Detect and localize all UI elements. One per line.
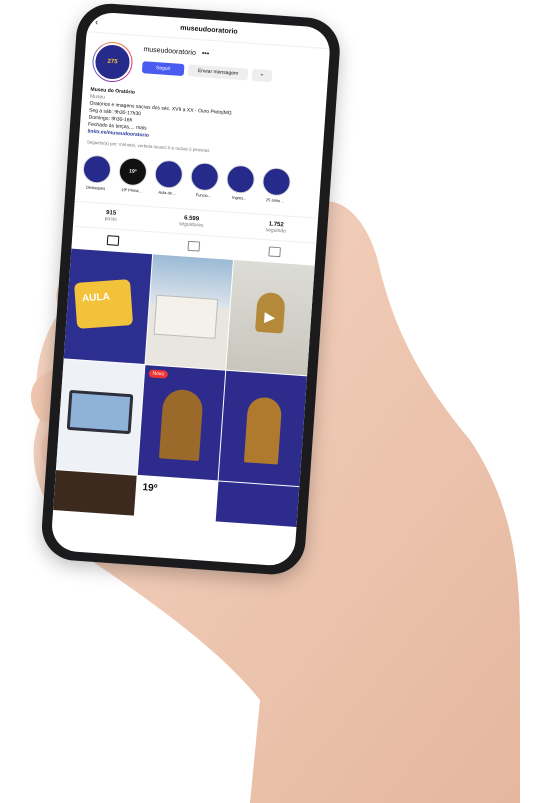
story-highlight[interactable]: 19º 19º Prima... <box>115 156 149 194</box>
story-highlight[interactable]: Funcio... <box>187 161 221 199</box>
avatar[interactable]: 275 <box>91 40 134 84</box>
ellipsis-icon[interactable]: ••• <box>202 50 210 57</box>
story-label: Aula de ... <box>158 189 177 196</box>
add-person-button[interactable]: + <box>251 68 273 83</box>
story-ring <box>261 166 292 197</box>
post-text: 19º <box>142 482 158 495</box>
profile-actions: Seguir Enviar mensagem + <box>141 61 320 85</box>
phone-screen: ‹ museudooratorio 275 museudooratorio ••… <box>50 11 332 567</box>
laptop-screen <box>69 393 131 432</box>
story-label: Destaques <box>85 184 106 191</box>
post-thumbnail[interactable] <box>216 481 300 528</box>
posts-grid: AULA ▶ Novo 19º <box>53 248 315 528</box>
back-arrow-icon[interactable]: ‹ <box>95 17 99 27</box>
avatar-logo: 275 <box>92 41 133 83</box>
post-thumbnail[interactable] <box>55 359 145 475</box>
story-label: Ingres... <box>231 194 247 201</box>
story-label: 25 anos ... <box>265 197 285 204</box>
reels-tab-icon[interactable] <box>187 240 201 252</box>
grid-tab-icon[interactable] <box>106 235 120 246</box>
post-thumbnail[interactable] <box>53 470 137 516</box>
story-label: 19º Prima... <box>121 186 143 194</box>
story-ring <box>225 164 256 195</box>
story-highlight[interactable]: 25 anos ... <box>259 166 293 204</box>
following-label: seguindo <box>265 227 287 235</box>
story-highlight[interactable]: Aula de ... <box>151 159 185 196</box>
post-thumbnail[interactable]: ▶ <box>226 260 315 376</box>
posts-label: posts <box>104 215 117 223</box>
building-image <box>153 294 218 339</box>
message-button[interactable]: Enviar mensagem <box>187 64 249 81</box>
story-ring <box>82 154 112 185</box>
tagged-tab-icon[interactable] <box>268 246 282 258</box>
followers-label: seguidores <box>178 221 204 229</box>
new-badge: Novo <box>148 369 169 379</box>
altar-image <box>158 388 204 462</box>
story-highlight[interactable]: Destaques <box>80 154 114 191</box>
followers-stat[interactable]: 6.599 seguidores <box>178 215 204 229</box>
post-thumbnail[interactable]: Novo <box>137 365 226 481</box>
post-thumbnail[interactable]: 19º <box>134 475 218 522</box>
post-thumbnail[interactable]: AULA <box>63 248 152 364</box>
post-thumbnail[interactable] <box>145 254 234 370</box>
profile-username: museudooratorio <box>143 46 197 57</box>
following-stat[interactable]: 1.752 seguindo <box>265 221 286 234</box>
story-label: Funcio... <box>195 192 212 199</box>
play-icon: ▶ <box>263 308 276 326</box>
story-ring <box>189 161 220 192</box>
posts-stat[interactable]: 915 posts <box>105 210 118 223</box>
altar-image <box>244 396 283 465</box>
story-ring <box>153 159 184 190</box>
follow-button[interactable]: Seguir <box>141 61 185 77</box>
phone-device: ‹ museudooratorio 275 museudooratorio ••… <box>39 1 342 577</box>
post-thumbnail[interactable] <box>218 370 308 487</box>
post-text: AULA <box>81 291 111 305</box>
story-highlight[interactable]: Ingres... <box>223 164 257 201</box>
header-username: museudooratorio <box>180 24 238 36</box>
story-ring: 19º <box>117 156 148 187</box>
